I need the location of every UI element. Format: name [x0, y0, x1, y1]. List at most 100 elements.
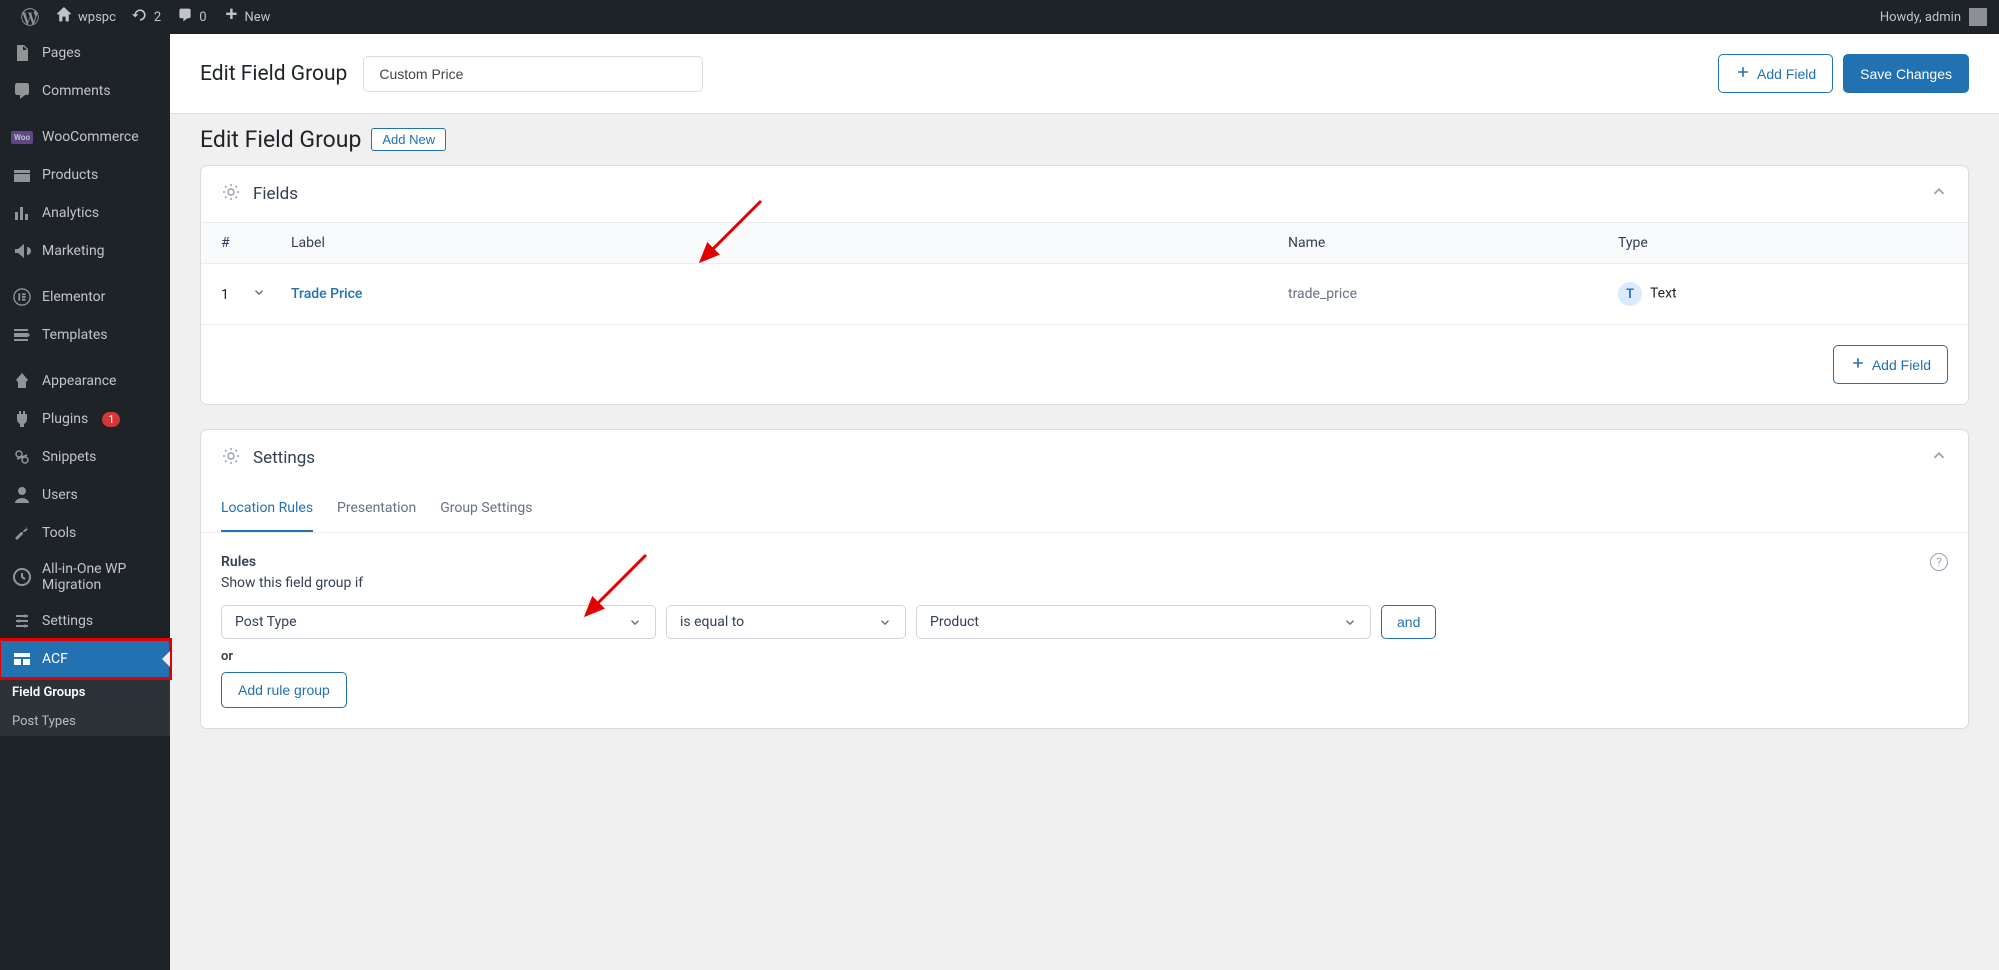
fields-card: Fields # Label Name Type 1 Trade Price t…	[200, 165, 1969, 405]
settings-body: Rules ? Show this field group if Post Ty…	[201, 533, 1968, 728]
sidebar-item-marketing[interactable]: Marketing	[0, 232, 170, 270]
rules-sublabel: Show this field group if	[221, 575, 1948, 591]
fields-table-header: # Label Name Type	[201, 222, 1968, 264]
sidebar-item-migration[interactable]: All-in-One WP Migration	[0, 552, 170, 602]
settings-card-header: Settings	[201, 430, 1968, 486]
howdy-text: Howdy, admin	[1880, 10, 1961, 25]
sidebar-item-appearance[interactable]: Appearance	[0, 362, 170, 400]
templates-icon	[12, 325, 32, 345]
add-field-button[interactable]: Add Field	[1718, 54, 1833, 93]
plugins-icon	[12, 409, 32, 429]
rules-heading: Rules	[221, 554, 256, 570]
sidebar-item-elementor[interactable]: Elementor	[0, 278, 170, 316]
help-icon[interactable]: ?	[1930, 553, 1948, 571]
snippets-icon	[12, 447, 32, 467]
rule-value-select[interactable]: Product	[916, 605, 1371, 639]
pages-icon	[12, 43, 32, 63]
plus-icon	[1850, 355, 1866, 374]
page-header: Edit Field Group Add Field Save Changes	[170, 34, 1999, 114]
appearance-icon	[12, 371, 32, 391]
sidebar-item-users[interactable]: Users	[0, 476, 170, 514]
sidebar-item-plugins[interactable]: Plugins1	[0, 400, 170, 438]
fields-card-footer: Add Field	[201, 325, 1968, 404]
marketing-icon	[12, 241, 32, 261]
add-new-button[interactable]: Add New	[371, 128, 446, 151]
sidebar-item-comments[interactable]: Comments	[0, 72, 170, 110]
row-type: TText	[1618, 282, 1948, 306]
col-type: Type	[1618, 235, 1948, 251]
comment-icon	[177, 7, 193, 27]
woocommerce-icon: Woo	[12, 127, 32, 147]
rule-param-select[interactable]: Post Type	[221, 605, 656, 639]
wp-logo[interactable]	[12, 0, 48, 34]
add-field-button-bottom[interactable]: Add Field	[1833, 345, 1948, 384]
site-name-link[interactable]: wpspc	[48, 0, 124, 34]
new-label: New	[245, 10, 271, 25]
or-label: or	[221, 649, 1948, 664]
group-name-input[interactable]	[363, 56, 703, 92]
tools-icon	[12, 523, 32, 543]
gear-icon	[221, 446, 241, 470]
refresh-icon	[132, 7, 148, 27]
row-label: Trade Price	[291, 286, 1288, 302]
elementor-icon	[12, 287, 32, 307]
comments-icon	[12, 81, 32, 101]
rule-operator-select[interactable]: is equal to	[666, 605, 906, 639]
sidebar-item-templates[interactable]: Templates	[0, 316, 170, 354]
wordpress-icon	[20, 7, 40, 27]
fields-card-title: Fields	[253, 184, 298, 204]
chevron-down-icon	[628, 615, 642, 629]
field-label-link[interactable]: Trade Price	[291, 286, 362, 302]
main-content: Edit Field Group Add Field Save Changes …	[170, 34, 1999, 783]
home-icon	[56, 7, 72, 27]
avatar	[1969, 8, 1987, 26]
admin-bar-right[interactable]: Howdy, admin	[1880, 8, 1987, 26]
and-button[interactable]: and	[1381, 605, 1436, 639]
add-rule-group-button[interactable]: Add rule group	[221, 672, 347, 708]
col-name: Name	[1288, 235, 1618, 251]
plugins-badge: 1	[102, 412, 120, 427]
chevron-down-icon	[878, 615, 892, 629]
collapse-toggle[interactable]	[1930, 183, 1948, 205]
tab-group-settings[interactable]: Group Settings	[440, 486, 532, 532]
settings-card-title: Settings	[253, 448, 315, 468]
acf-icon	[12, 649, 32, 669]
chevron-down-icon	[1343, 615, 1357, 629]
settings-card: Settings Location Rules Presentation Gro…	[200, 429, 1969, 729]
sidebar-item-woocommerce[interactable]: WooWooCommerce	[0, 118, 170, 156]
header-actions: Add Field Save Changes	[1718, 54, 1969, 93]
products-icon	[12, 165, 32, 185]
sidebar-item-products[interactable]: Products	[0, 156, 170, 194]
settings-tabs: Location Rules Presentation Group Settin…	[201, 486, 1968, 533]
sidebar-item-acf[interactable]: ACF	[0, 640, 170, 678]
updates-link[interactable]: 2	[124, 0, 169, 34]
sidebar-item-snippets[interactable]: Snippets	[0, 438, 170, 476]
submenu-field-groups[interactable]: Field Groups	[0, 678, 170, 707]
plus-icon	[223, 7, 239, 27]
sidebar-item-analytics[interactable]: Analytics	[0, 194, 170, 232]
admin-bar: wpspc 2 0 New Howdy, admin	[0, 0, 1999, 34]
sidebar-item-tools[interactable]: Tools	[0, 514, 170, 552]
row-name: trade_price	[1288, 286, 1618, 302]
migration-icon	[12, 567, 32, 587]
new-link[interactable]: New	[215, 0, 279, 34]
save-changes-button[interactable]: Save Changes	[1843, 54, 1969, 93]
analytics-icon	[12, 203, 32, 223]
rule-row: Post Type is equal to Product and	[221, 605, 1948, 639]
field-row[interactable]: 1 Trade Price trade_price TText	[201, 264, 1968, 325]
users-icon	[12, 485, 32, 505]
chevron-down-icon[interactable]	[252, 285, 266, 299]
sidebar-item-settings[interactable]: Settings	[0, 602, 170, 640]
admin-sidebar: Pages Comments WooWooCommerce Products A…	[0, 34, 170, 970]
site-name: wpspc	[78, 10, 116, 25]
tab-location-rules[interactable]: Location Rules	[221, 486, 313, 532]
updates-count: 2	[154, 10, 161, 25]
col-num: #	[221, 235, 291, 251]
sidebar-item-pages[interactable]: Pages	[0, 34, 170, 72]
row-num: 1	[221, 285, 291, 303]
submenu-post-types[interactable]: Post Types	[0, 707, 170, 736]
fields-card-header: Fields	[201, 166, 1968, 222]
comments-link[interactable]: 0	[169, 0, 214, 34]
tab-presentation[interactable]: Presentation	[337, 486, 416, 532]
collapse-toggle[interactable]	[1930, 447, 1948, 469]
